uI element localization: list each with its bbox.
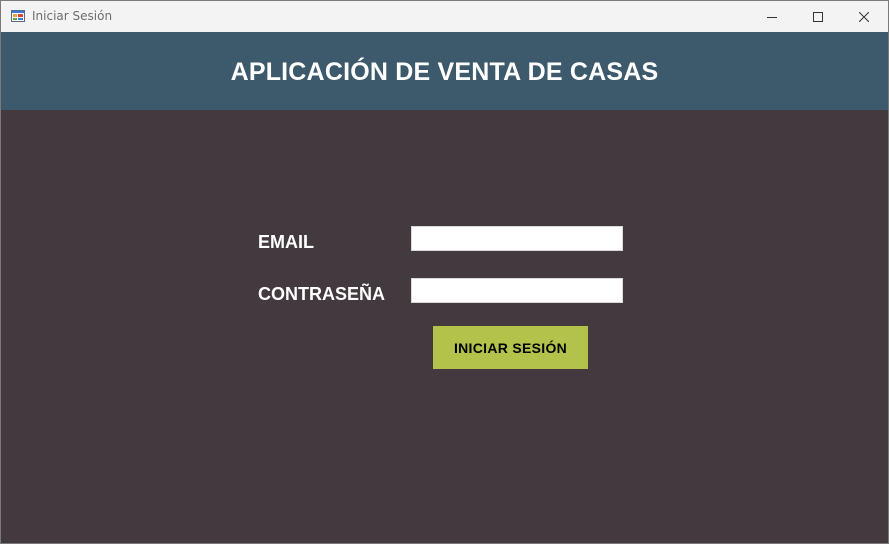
app-header: APLICACIÓN DE VENTA DE CASAS bbox=[1, 32, 888, 110]
app-title: APLICACIÓN DE VENTA DE CASAS bbox=[230, 58, 659, 86]
close-icon bbox=[859, 11, 869, 22]
login-window: Iniciar Sesión APLICACIÓN DE VENTA DE CA… bbox=[0, 0, 889, 544]
title-bar[interactable]: Iniciar Sesión bbox=[1, 1, 888, 32]
maximize-icon bbox=[813, 11, 823, 22]
password-label: CONTRASEÑA bbox=[258, 284, 386, 304]
close-button[interactable] bbox=[841, 1, 887, 32]
windows-form-icon bbox=[11, 10, 25, 22]
login-button[interactable]: INICIAR SESIÓN bbox=[433, 326, 588, 369]
minimize-icon bbox=[767, 16, 777, 18]
minimize-button[interactable] bbox=[749, 1, 795, 32]
email-field[interactable] bbox=[411, 226, 623, 251]
password-field[interactable] bbox=[411, 278, 623, 303]
window-title: Iniciar Sesión bbox=[32, 9, 113, 23]
email-label: EMAIL bbox=[258, 232, 314, 252]
maximize-button[interactable] bbox=[795, 1, 841, 32]
